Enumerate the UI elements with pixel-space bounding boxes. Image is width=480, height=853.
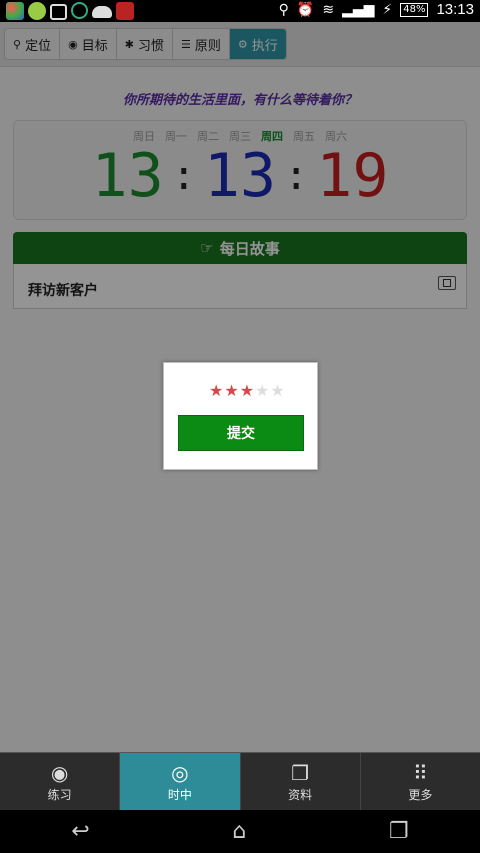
system-nav-bar: ↩ ⌂ ❐ (0, 810, 480, 853)
bottom-tab-bar: ◉ 练习 ◎ 时中 ❐ 资料 ⠿ 更多 (0, 752, 480, 811)
star-icon[interactable]: ★ (209, 383, 223, 399)
app-icon (6, 2, 24, 20)
signal-icon: ▂▄▆ (342, 1, 375, 18)
tab-label: 时中 (167, 787, 192, 802)
home-icon[interactable]: ⌂ (232, 819, 246, 844)
status-indicators: ⚲ ⏰ ≋ ▂▄▆ ⚡ 48% 13:13 (279, 1, 474, 18)
star-icon[interactable]: ★ (255, 383, 269, 399)
grid-icon: ⠿ (413, 760, 428, 785)
wechat-icon (28, 2, 46, 20)
sync-icon (71, 2, 88, 19)
rating-dialog: ★ ★ ★ ★ ★ 提交 (163, 362, 318, 470)
game-icon (116, 2, 134, 20)
star-rating[interactable]: ★ ★ ★ ★ ★ (209, 383, 285, 399)
tab-more[interactable]: ⠿ 更多 (361, 753, 480, 811)
tab-timely[interactable]: ◎ 时中 (120, 753, 241, 811)
weather-icon (92, 6, 112, 18)
wifi-icon: ≋ (322, 1, 335, 18)
image-icon (50, 4, 67, 20)
star-icon[interactable]: ★ (224, 383, 238, 399)
status-bar: ⚲ ⏰ ≋ ▂▄▆ ⚡ 48% 13:13 (0, 0, 480, 22)
notification-icons (6, 2, 134, 20)
clock-time: 13:13 (436, 1, 474, 18)
alarm-icon: ⏰ (296, 1, 315, 18)
submit-button[interactable]: 提交 (178, 415, 304, 451)
tab-practice[interactable]: ◉ 练习 (0, 753, 121, 811)
battery-level: 48% (400, 2, 429, 17)
star-icon[interactable]: ★ (240, 383, 254, 399)
back-icon[interactable]: ↩ (71, 819, 89, 844)
tab-label: 练习 (47, 787, 72, 802)
location-icon: ⚲ (278, 1, 289, 18)
eye-icon: ◉ (50, 760, 69, 785)
target-icon: ◎ (171, 760, 189, 785)
tab-materials[interactable]: ❐ 资料 (241, 753, 361, 811)
star-icon[interactable]: ★ (270, 383, 284, 399)
tab-label: 资料 (288, 787, 313, 802)
tab-label: 更多 (408, 787, 433, 802)
recent-apps-icon[interactable]: ❐ (389, 819, 409, 844)
charging-icon: ⚡ (382, 1, 393, 18)
documents-icon: ❐ (291, 760, 310, 785)
